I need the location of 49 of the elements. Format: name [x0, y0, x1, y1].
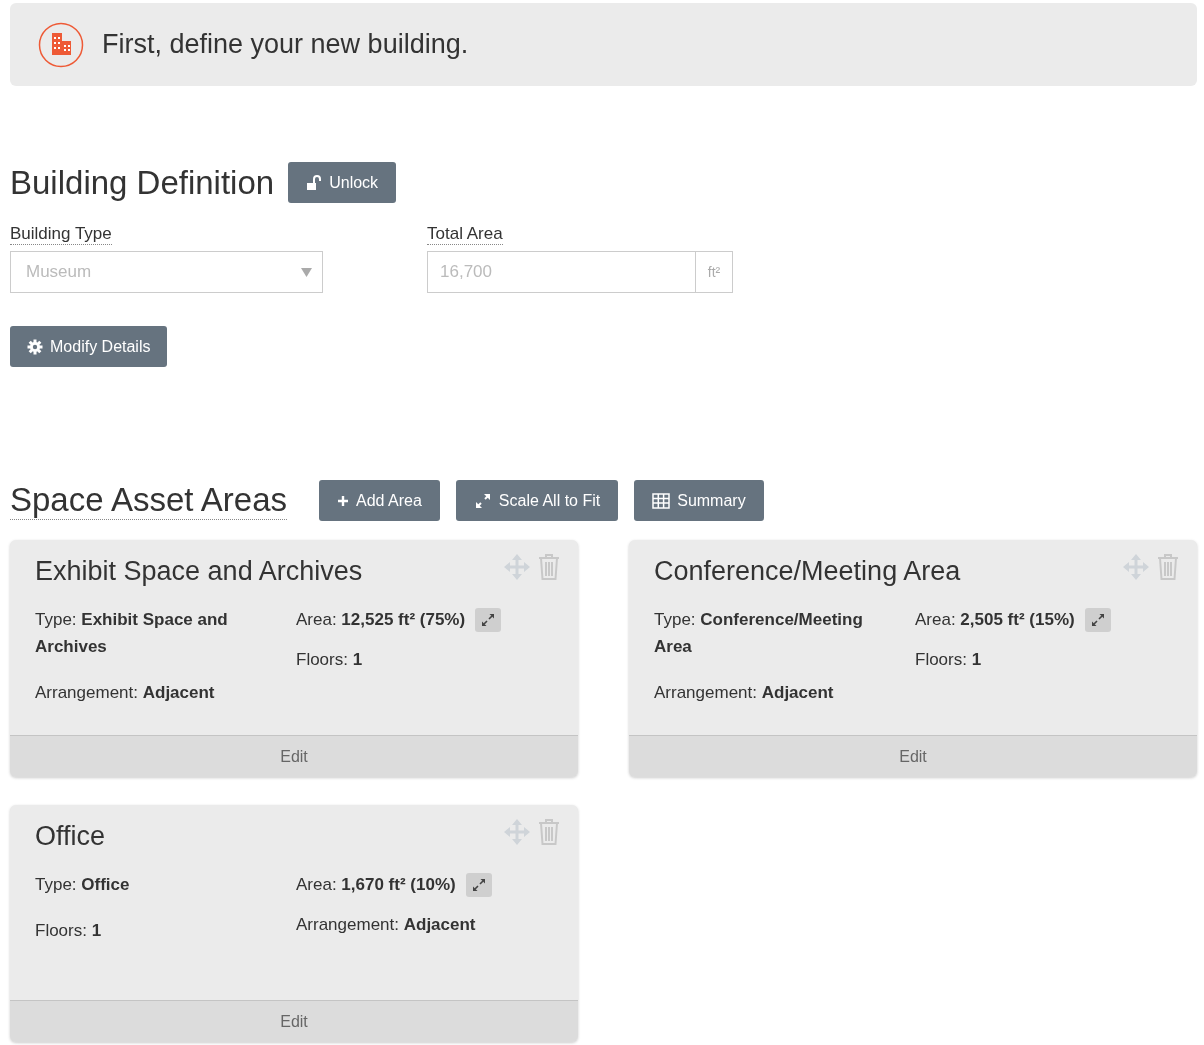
card-title: Exhibit Space and Archives	[35, 555, 363, 588]
field-value: 16,700	[439, 261, 493, 283]
delete-icon[interactable]	[537, 818, 561, 846]
detail-text: Floors: 1	[296, 649, 364, 671]
field-label: Total Area	[427, 224, 503, 245]
section-title: Building Definition	[10, 163, 275, 202]
area-text: Area: 1,670 ft² (10%)	[296, 874, 456, 896]
plus-icon	[337, 494, 349, 507]
resize-button[interactable]	[465, 872, 492, 897]
expand-icon	[473, 491, 492, 510]
gear-icon	[27, 338, 43, 355]
move-icon[interactable]	[503, 818, 531, 846]
summary-button[interactable]: Summary	[634, 480, 764, 521]
field-label: Building Type	[10, 224, 112, 245]
detail-text: Type: Conference/Meeting Area	[654, 609, 864, 658]
add-area-button[interactable]: Add Area	[319, 480, 440, 521]
detail-text: Arrangement: Adjacent	[35, 682, 216, 704]
expand-icon	[471, 877, 486, 892]
scale-all-button[interactable]: Scale All to Fit	[455, 480, 619, 521]
expand-icon	[481, 612, 496, 627]
unlock-button[interactable]: Unlock	[288, 162, 397, 203]
edit-button[interactable]: Edit	[629, 735, 1197, 777]
expand-icon	[1090, 612, 1105, 627]
card-title: Conference/Meeting Area	[654, 555, 961, 588]
banner-text: First, define your new building.	[102, 29, 469, 60]
delete-icon[interactable]	[1156, 553, 1180, 581]
detail-text: Floors: 1	[35, 920, 103, 942]
area-text: Area: 2,505 ft² (15%)	[915, 609, 1075, 631]
section-title: Space Asset Areas	[10, 481, 287, 520]
delete-icon[interactable]	[537, 553, 561, 581]
move-icon[interactable]	[503, 553, 531, 581]
dropdown-caret-icon	[301, 267, 312, 277]
modify-details-button[interactable]: Modify Details	[10, 326, 168, 367]
edit-button[interactable]: Edit	[10, 1000, 578, 1042]
building-icon	[38, 21, 84, 68]
unlock-icon	[306, 174, 323, 191]
unit-label: ft²	[695, 252, 732, 292]
card-title: Office	[35, 820, 106, 853]
resize-button[interactable]	[1084, 607, 1111, 632]
table-icon	[652, 492, 671, 509]
detail-text: Arrangement: Adjacent	[296, 914, 477, 936]
move-icon[interactable]	[1122, 553, 1150, 581]
detail-text: Floors: 1	[915, 649, 983, 671]
edit-button[interactable]: Edit	[10, 735, 578, 777]
detail-text: Arrangement: Adjacent	[654, 682, 835, 704]
area-text: Area: 12,525 ft² (75%)	[296, 609, 466, 631]
detail-text: Type: Exhibit Space and Archives	[35, 609, 229, 658]
resize-button[interactable]	[475, 607, 502, 632]
detail-text: Type: Office	[35, 874, 131, 896]
